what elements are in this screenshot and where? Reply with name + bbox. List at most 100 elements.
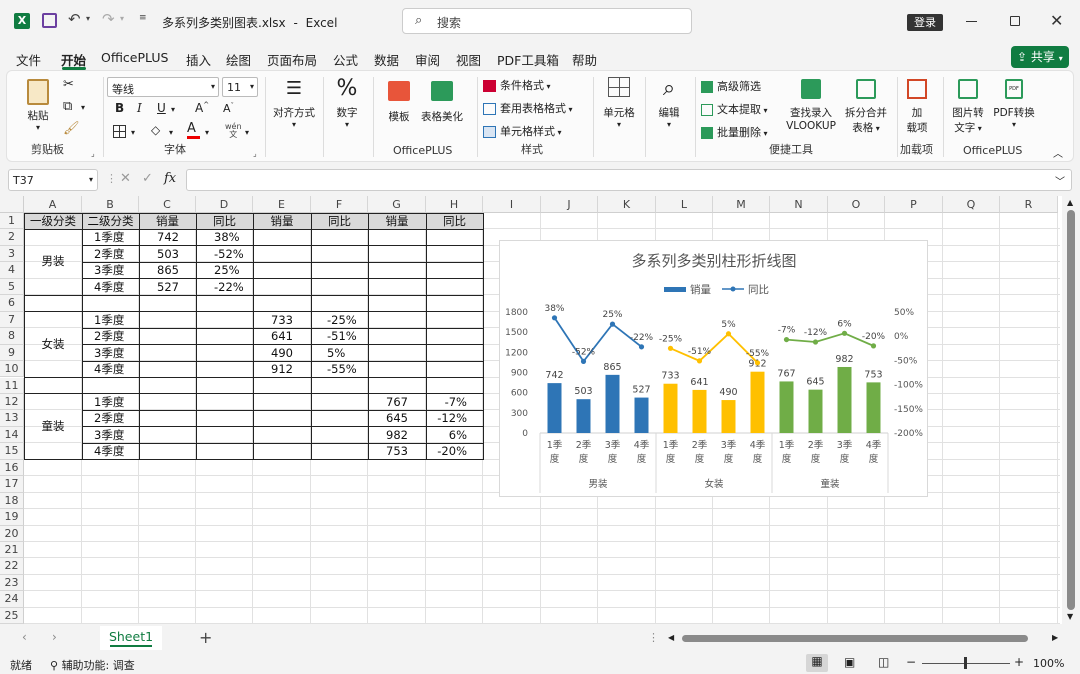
row-header-19[interactable]: 19: [0, 509, 24, 526]
row-header-24[interactable]: 24: [0, 591, 24, 608]
borders-dropdown-icon[interactable]: ▾: [131, 128, 135, 137]
vertical-scrollbar[interactable]: ▲ ▼: [1062, 196, 1080, 624]
group-cell[interactable]: 男装: [24, 229, 82, 295]
sales-cell[interactable]: 527: [139, 279, 196, 295]
column-header-B[interactable]: B: [82, 196, 139, 213]
cut-icon[interactable]: ✂: [63, 77, 74, 92]
quarter-cell[interactable]: 3季度: [82, 262, 139, 278]
group-cell[interactable]: 女装: [24, 312, 82, 378]
fill-color-dropdown-icon[interactable]: ▾: [169, 128, 173, 137]
quarter-cell[interactable]: 2季度: [82, 410, 139, 426]
row-header-5[interactable]: 5: [0, 278, 24, 296]
sales-cell[interactable]: 912: [253, 361, 311, 377]
image-to-text-button[interactable]: 图片转 文字 ▾: [949, 79, 987, 135]
menu-view[interactable]: 视图: [456, 50, 481, 69]
sales-cell[interactable]: 490: [253, 345, 311, 361]
row-header-14[interactable]: 14: [0, 426, 24, 444]
split-merge-button[interactable]: 拆分合并 表格 ▾: [839, 79, 893, 135]
fill-color-icon[interactable]: ◇: [151, 123, 160, 137]
menu-help[interactable]: 帮助: [572, 50, 597, 69]
lookup-button[interactable]: 查找录入 VLOOKUP: [783, 79, 839, 132]
search-box[interactable]: ⌕ 搜索: [402, 8, 692, 34]
group-cell[interactable]: 童装: [24, 394, 82, 460]
sales-cell[interactable]: 645: [368, 410, 426, 426]
alignment-button[interactable]: ☰ 对齐方式 ▾: [269, 79, 319, 130]
column-header-C[interactable]: C: [139, 196, 196, 213]
undo-icon[interactable]: ↶: [68, 10, 81, 28]
phonetic-dropdown-icon[interactable]: ▾: [245, 128, 249, 137]
yoy-cell[interactable]: 5%: [311, 345, 368, 361]
yoy-cell[interactable]: -12%: [426, 410, 483, 426]
normal-view-icon[interactable]: ▦: [806, 654, 828, 672]
prev-sheet-icon[interactable]: ‹: [22, 630, 27, 644]
horizontal-scroll-thumb[interactable]: [682, 635, 1028, 642]
scroll-up-icon[interactable]: ▲: [1067, 198, 1073, 207]
menu-pdf-toolbox[interactable]: PDF工具箱: [497, 50, 559, 69]
copy-icon[interactable]: ⧉: [63, 99, 72, 114]
column-header-E[interactable]: E: [253, 196, 311, 213]
sheet-tab-sheet1[interactable]: Sheet1: [100, 626, 162, 650]
name-box[interactable]: T37 ▾: [8, 169, 98, 191]
header-cell[interactable]: 同比: [311, 213, 368, 230]
sales-cell[interactable]: 767: [368, 394, 426, 410]
select-all-corner[interactable]: [0, 196, 24, 213]
edit-button[interactable]: ⌕ 编辑 ▾: [651, 77, 687, 130]
menu-formulas[interactable]: 公式: [333, 50, 358, 69]
header-cell[interactable]: 一级分类: [24, 213, 82, 230]
header-cell[interactable]: 销量: [368, 213, 426, 230]
next-sheet-icon[interactable]: ›: [52, 630, 57, 644]
row-header-1[interactable]: 1: [0, 213, 24, 230]
zoom-out-icon[interactable]: −: [906, 655, 916, 669]
page-break-view-icon[interactable]: ◫: [878, 655, 889, 669]
yoy-cell[interactable]: 38%: [196, 229, 253, 245]
grow-font-button[interactable]: A^: [195, 101, 209, 115]
font-launcher-icon[interactable]: ⌟: [253, 149, 257, 158]
sales-cell[interactable]: 753: [368, 443, 426, 459]
column-header-L[interactable]: L: [656, 196, 713, 213]
row-header-20[interactable]: 20: [0, 525, 24, 542]
column-header-F[interactable]: F: [311, 196, 368, 213]
column-header-G[interactable]: G: [368, 196, 426, 213]
add-sheet-button[interactable]: +: [199, 628, 212, 647]
column-header-I[interactable]: I: [483, 196, 541, 213]
pdf-convert-button[interactable]: PDF PDF转换 ▾: [989, 79, 1039, 129]
quarter-cell[interactable]: 4季度: [82, 443, 139, 459]
share-button[interactable]: ⇪ 共享 ▾: [1011, 46, 1069, 68]
sales-cell[interactable]: 503: [139, 246, 196, 262]
quarter-cell[interactable]: 3季度: [82, 345, 139, 361]
addin-button[interactable]: 加 载项: [903, 79, 931, 135]
sales-cell[interactable]: 982: [368, 427, 426, 443]
copy-dropdown-icon[interactable]: ▾: [81, 103, 85, 112]
borders-icon[interactable]: [113, 125, 126, 138]
column-header-P[interactable]: P: [885, 196, 943, 213]
menu-draw[interactable]: 绘图: [226, 50, 251, 69]
menu-insert[interactable]: 插入: [186, 50, 211, 69]
cells-button[interactable]: 单元格 ▾: [597, 77, 641, 129]
zoom-in-icon[interactable]: +: [1014, 655, 1024, 669]
row-header-7[interactable]: 7: [0, 311, 24, 329]
yoy-cell[interactable]: -55%: [311, 361, 368, 377]
yoy-cell[interactable]: -22%: [196, 279, 253, 295]
row-header-16[interactable]: 16: [0, 459, 24, 477]
scroll-right-icon[interactable]: ▶: [1052, 633, 1058, 642]
formula-options-icon[interactable]: ⋮: [106, 172, 117, 185]
table-format-button[interactable]: 套用表格格式 ▾: [483, 100, 573, 116]
header-cell[interactable]: 销量: [139, 213, 196, 230]
header-cell[interactable]: 同比: [196, 213, 253, 230]
row-header-13[interactable]: 13: [0, 410, 24, 427]
italic-button[interactable]: I: [137, 101, 142, 115]
font-color-dropdown-icon[interactable]: ▾: [205, 128, 209, 137]
quarter-cell[interactable]: 1季度: [82, 394, 139, 410]
cancel-formula-icon[interactable]: ✕: [120, 171, 131, 186]
menu-file[interactable]: 文件: [16, 50, 41, 69]
underline-dropdown-icon[interactable]: ▾: [171, 105, 175, 114]
column-header-H[interactable]: H: [426, 196, 483, 213]
menu-officeplus[interactable]: OfficePLUS: [101, 50, 168, 65]
column-header-K[interactable]: K: [598, 196, 656, 213]
row-header-2[interactable]: 2: [0, 229, 24, 246]
column-header-Q[interactable]: Q: [943, 196, 1000, 213]
bold-button[interactable]: B: [115, 101, 124, 115]
minimize-icon[interactable]: [966, 21, 977, 22]
row-header-12[interactable]: 12: [0, 393, 24, 411]
number-button[interactable]: % 数字 ▾: [329, 77, 365, 130]
